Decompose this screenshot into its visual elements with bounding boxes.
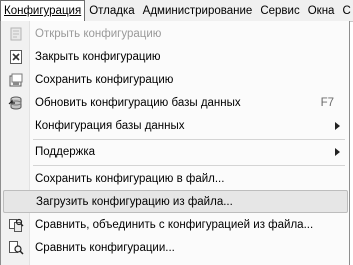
close-config-icon bbox=[7, 48, 25, 65]
menu-servis[interactable]: Сервис bbox=[256, 0, 303, 21]
menu-otladka[interactable]: Отладка bbox=[85, 0, 138, 21]
menu-okna[interactable]: Окна bbox=[304, 0, 339, 21]
menu-item-support-submenu[interactable]: Поддержка bbox=[3, 140, 348, 163]
menu-separator bbox=[33, 165, 345, 166]
menu-item-compare-merge-from-file[interactable]: Сравнить, объединить с конфигурацией из … bbox=[3, 213, 348, 236]
compare-merge-icon bbox=[7, 216, 25, 233]
menu-spravka-partial[interactable]: С bbox=[338, 0, 353, 21]
open-config-icon bbox=[7, 25, 25, 42]
menu-item-load-config-from-file[interactable]: Загрузить конфигурацию из файла... bbox=[3, 190, 348, 213]
menu-administrirovanie[interactable]: Администрирование bbox=[139, 0, 257, 21]
menu-item-compare-configs[interactable]: Сравнить конфигурации... bbox=[3, 236, 348, 259]
konfiguratsiya-dropdown-menu: Открыть конфигурацию Закрыть конфигураци… bbox=[0, 21, 350, 265]
database-update-icon bbox=[7, 94, 25, 111]
submenu-arrow-icon bbox=[335, 148, 340, 156]
shortcut-f7: F7 bbox=[320, 96, 334, 109]
menu-item-open-config[interactable]: Открыть конфигурацию bbox=[3, 22, 348, 45]
save-config-icon bbox=[7, 71, 25, 88]
menu-item-save-config[interactable]: Сохранить конфигурацию bbox=[3, 68, 348, 91]
menu-item-save-config-to-file[interactable]: Сохранить конфигурацию в файл... bbox=[3, 167, 348, 190]
compare-icon bbox=[7, 239, 25, 256]
menu-item-db-config-submenu[interactable]: Конфигурация базы данных bbox=[3, 114, 348, 137]
menu-konfiguratsiya[interactable]: Конфигурация bbox=[0, 0, 86, 21]
submenu-arrow-icon bbox=[335, 122, 340, 130]
menu-item-update-db-config[interactable]: Обновить конфигурацию базы данных F7 bbox=[3, 91, 348, 114]
menu-item-close-config[interactable]: Закрыть конфигурацию bbox=[3, 45, 348, 68]
menu-bar: Конфигурация Отладка Администрирование С… bbox=[0, 0, 353, 22]
